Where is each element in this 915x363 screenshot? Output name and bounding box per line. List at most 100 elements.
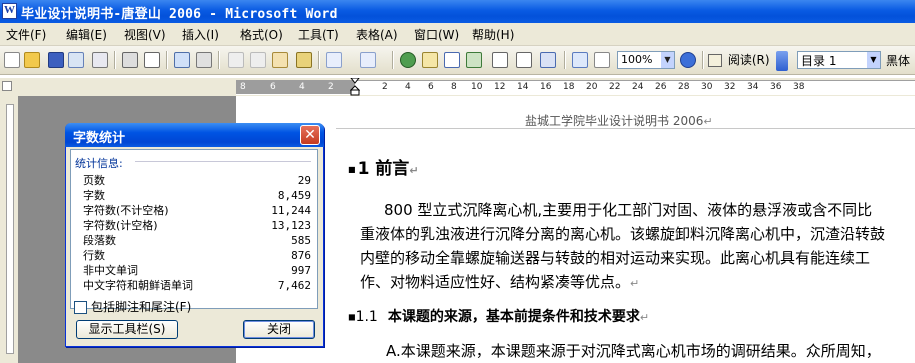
show-formatting-icon[interactable]: [572, 52, 588, 68]
checkbox-label: 包括脚注和尾注(F): [91, 300, 192, 314]
vertical-ruler[interactable]: [0, 96, 18, 363]
ruler-tick: 18: [563, 82, 575, 92]
font-name-field[interactable]: 黑体: [886, 52, 910, 69]
stat-key: 段落数: [83, 234, 116, 247]
redo-icon[interactable]: [360, 52, 376, 68]
toolbar-options-chevron-icon[interactable]: [776, 51, 788, 71]
ruler-tick: 4: [299, 82, 305, 92]
stat-key: 字符数(不计空格): [83, 204, 169, 217]
ruler-tick: 34: [747, 82, 759, 92]
pilcrow-icon[interactable]: [594, 52, 610, 68]
menu-help[interactable]: 帮助(H): [472, 26, 514, 43]
insert-excel-icon[interactable]: [466, 52, 482, 68]
cut-icon[interactable]: [228, 52, 244, 68]
stat-value: 8,459: [277, 189, 311, 202]
insert-table-icon[interactable]: [444, 52, 460, 68]
menu-format[interactable]: 格式(O): [240, 26, 283, 43]
stat-row: 非中文单词 997: [83, 264, 311, 278]
dialog-title: 字数统计: [73, 131, 126, 146]
stat-value: 13,123: [271, 219, 311, 232]
document-map-icon[interactable]: [540, 52, 556, 68]
permission-icon[interactable]: [68, 52, 84, 68]
page-header: 盐城工学院毕业设计说明书 2006↵: [525, 114, 713, 128]
tab-selector-icon[interactable]: [2, 81, 12, 91]
show-toolbar-button[interactable]: 显示工具栏(S): [76, 320, 178, 339]
drawing-icon[interactable]: [516, 52, 532, 68]
ruler-tick: 16: [540, 82, 552, 92]
stat-value: 29: [297, 174, 311, 187]
print-preview-icon[interactable]: [144, 52, 160, 68]
columns-icon[interactable]: [492, 52, 508, 68]
copy-icon[interactable]: [250, 52, 266, 68]
ruler-tick: 20: [586, 82, 598, 92]
open-folder-icon[interactable]: [24, 52, 40, 68]
ruler-tick: 32: [724, 82, 736, 92]
ruler-tick: 12: [494, 82, 506, 92]
paragraph-line: A.本课题来源，本课题来源于对沉降式离心机市场的调研结果。众所周知，: [386, 342, 881, 360]
horizontal-ruler[interactable]: 8 6 4 2 2 4 6 8 10 12 14 16 18 20 22 24 …: [0, 78, 915, 96]
vertical-ruler-band: [6, 104, 14, 354]
menu-view[interactable]: 视图(V): [124, 26, 166, 43]
new-document-icon[interactable]: [4, 52, 20, 68]
format-painter-icon[interactable]: [296, 52, 312, 68]
hyperlink-icon[interactable]: [400, 52, 416, 68]
paragraph-line-text: 作、对物料适应性好、结构紧凑等优点。: [360, 273, 631, 291]
include-footnotes-checkbox[interactable]: 包括脚注和尾注(F): [74, 298, 191, 315]
header-rule: [336, 128, 915, 129]
toolbar-separator: [114, 51, 116, 69]
heading-2-text: 本课题的来源，基本前提条件和技术要求: [387, 309, 640, 325]
title-bar: 毕业设计说明书-唐登山 2006 - Microsoft Word: [0, 0, 915, 23]
word-app-icon[interactable]: [2, 3, 17, 19]
statistics-divider: [135, 161, 311, 162]
ruler-margin: [236, 80, 355, 94]
menu-edit[interactable]: 编辑(E): [66, 26, 107, 43]
menu-table[interactable]: 表格(A): [356, 26, 398, 43]
ruler-tick: 8: [451, 82, 457, 92]
menu-file[interactable]: 文件(F): [6, 26, 46, 43]
undo-icon[interactable]: [326, 52, 342, 68]
paragraph-line: 作、对物料适应性好、结构紧凑等优点。↵: [360, 273, 640, 291]
ruler-tick: 24: [632, 82, 644, 92]
standard-toolbar: 100% ▼ 阅读(R) 目录 1 ▼ 黑体: [0, 46, 915, 75]
close-button[interactable]: 关闭: [243, 320, 315, 339]
reading-layout-button[interactable]: 阅读(R): [708, 51, 774, 69]
ruler-tick: 30: [701, 82, 713, 92]
heading-1-text: 1 前言: [357, 159, 410, 179]
indent-marker-icon[interactable]: [350, 78, 360, 96]
style-value: 目录 1: [801, 54, 837, 68]
tables-borders-icon[interactable]: [422, 52, 438, 68]
menu-tools[interactable]: 工具(T): [298, 26, 339, 43]
stat-row: 字符数(计空格) 13,123: [83, 219, 311, 233]
help-icon[interactable]: [680, 52, 696, 68]
ruler-tick: 6: [270, 82, 276, 92]
chevron-down-icon[interactable]: ▼: [867, 52, 880, 68]
stat-key: 字符数(计空格): [83, 219, 158, 232]
save-icon[interactable]: [48, 52, 64, 68]
email-icon[interactable]: [92, 52, 108, 68]
stat-value: 11,244: [271, 204, 311, 217]
dialog-title-bar[interactable]: 字数统计 ✕: [65, 123, 324, 147]
style-dropdown[interactable]: 目录 1 ▼: [797, 51, 881, 69]
heading-2: ■1.1 本课题的来源，基本前提条件和技术要求↵: [348, 309, 650, 325]
document-page[interactable]: 盐城工学院毕业设计说明书 2006↵ ■ 1 前言↵ 800 型立式沉降离心机,主…: [236, 96, 915, 363]
toolbar-separator: [218, 51, 220, 69]
stat-row: 中文字符和朝鲜语单词 7,462: [83, 279, 311, 293]
checkbox-icon[interactable]: [74, 301, 87, 314]
research-icon[interactable]: [196, 52, 212, 68]
statistics-label: 统计信息:: [75, 157, 123, 170]
close-icon[interactable]: ✕: [300, 125, 320, 145]
book-icon: [708, 54, 722, 67]
word-count-dialog: 字数统计 ✕ 统计信息: 页数 29 字数 8,459 字符数(不计空格) 11,24…: [65, 123, 324, 347]
print-icon[interactable]: [122, 52, 138, 68]
heading-1: ■ 1 前言↵: [348, 159, 419, 179]
menu-window[interactable]: 窗口(W): [414, 26, 459, 43]
stat-key: 非中文单词: [83, 264, 138, 277]
paste-icon[interactable]: [272, 52, 288, 68]
menu-insert[interactable]: 插入(I): [182, 26, 219, 43]
ruler-tick: 4: [405, 82, 411, 92]
chevron-down-icon[interactable]: ▼: [661, 52, 674, 68]
ruler-tick: 14: [517, 82, 529, 92]
zoom-dropdown[interactable]: 100% ▼: [617, 51, 675, 69]
stat-row: 字符数(不计空格) 11,244: [83, 204, 311, 218]
spelling-icon[interactable]: [174, 52, 190, 68]
